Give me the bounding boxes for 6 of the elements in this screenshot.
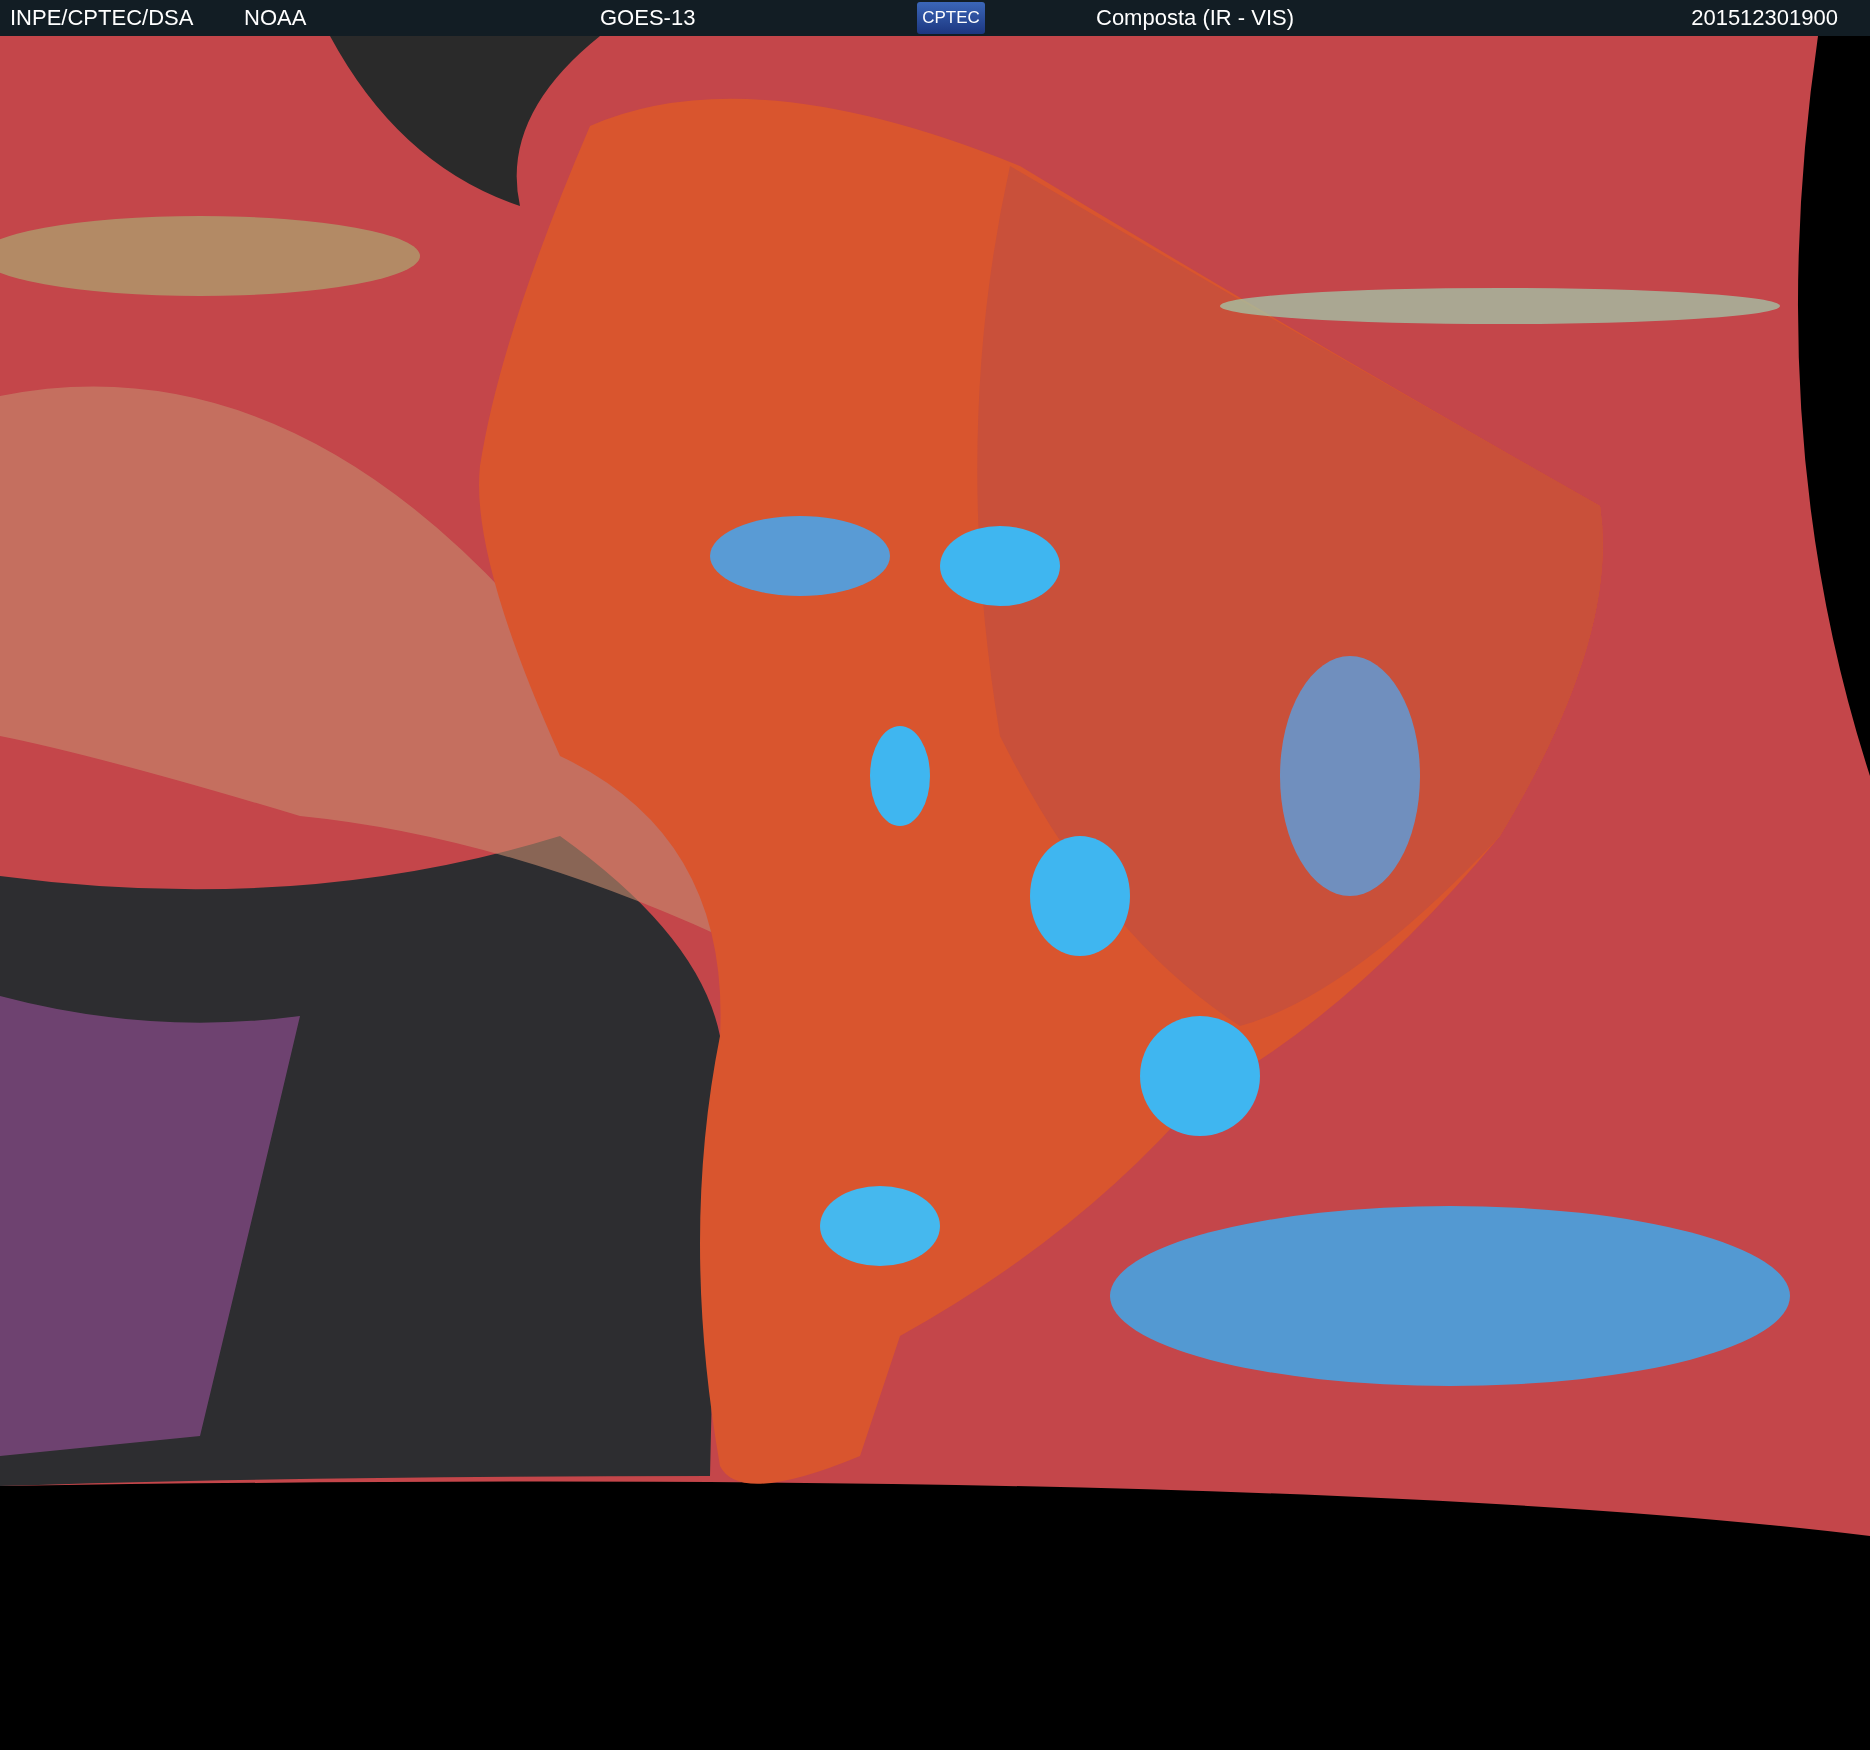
timestamp-label: 201512301900: [1691, 5, 1838, 31]
source-label: INPE/CPTEC/DSA: [10, 5, 195, 31]
product-label: Composta (IR - VIS): [1096, 5, 1296, 31]
logo: CPTEC: [917, 2, 985, 34]
agency-label: NOAA: [244, 5, 308, 31]
satellite-label: GOES-13: [600, 5, 697, 31]
